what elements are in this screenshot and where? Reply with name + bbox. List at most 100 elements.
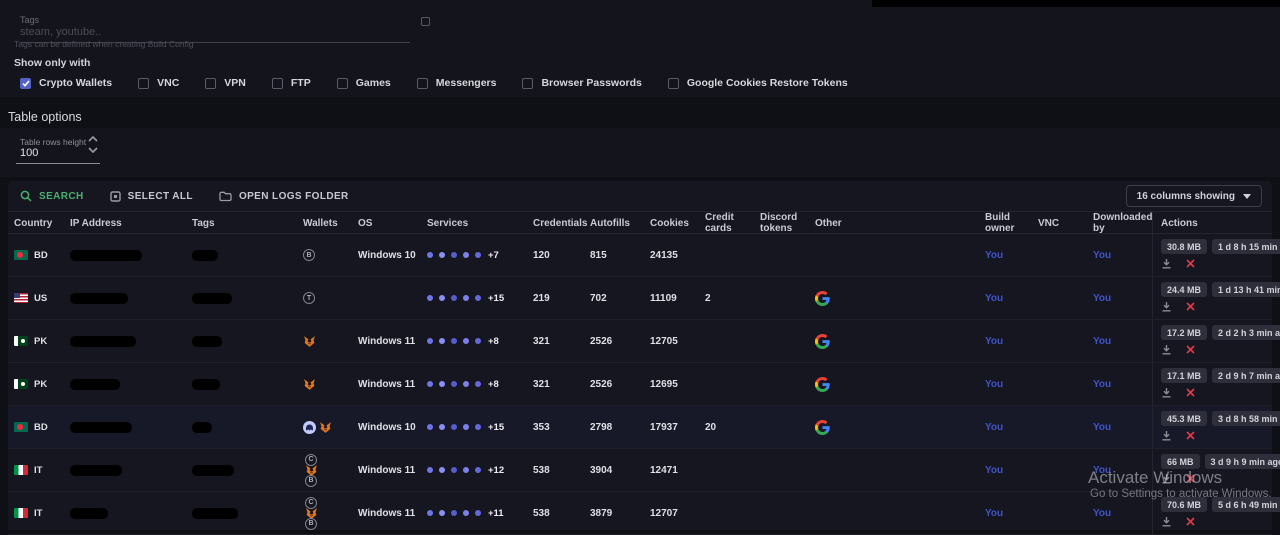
table-row[interactable]: UST+15219702111092YouYou24.4 MB1 d 13 h … — [8, 277, 1272, 320]
other-cell — [815, 377, 985, 392]
ip-redacted-bar — [70, 379, 120, 390]
build-owner-link[interactable]: You — [985, 508, 1038, 519]
checkbox-icon[interactable] — [272, 78, 283, 89]
column-header-discord-tokens[interactable]: Discord tokens — [760, 212, 815, 234]
download-icon[interactable] — [1161, 344, 1172, 355]
action-badges: 17.2 MB2 d 2 h 3 min ago — [1161, 325, 1272, 340]
downloaded-by-link[interactable]: You — [1093, 293, 1152, 304]
column-header-autofills[interactable]: Autofills — [590, 218, 650, 229]
table-row[interactable]: BDBWindows 10+712081524135YouYou30.8 MB1… — [8, 234, 1272, 277]
tags-cell — [192, 293, 303, 304]
column-header-other[interactable]: Other — [815, 218, 985, 229]
build-owner-link[interactable]: You — [985, 422, 1038, 433]
service-dot-icon — [475, 424, 481, 430]
metamask-wallet-icon — [303, 335, 316, 348]
column-header-credentials[interactable]: Credentials — [533, 218, 590, 229]
download-icon[interactable] — [1161, 387, 1172, 398]
column-header-build-owner[interactable]: Build owner — [985, 212, 1038, 234]
column-header-country[interactable]: Country — [14, 218, 70, 229]
column-header-downloaded-by[interactable]: Downloaded by — [1093, 212, 1152, 234]
stepper-down-icon[interactable] — [88, 147, 98, 153]
service-dot-icon — [451, 510, 457, 516]
column-header-vnc[interactable]: VNC — [1038, 218, 1093, 229]
country-cell: PK — [14, 379, 70, 390]
column-header-credit-cards[interactable]: Credit cards — [705, 212, 760, 234]
logs-table-panel: SEARCH SELECT ALL OPEN LOGS FOLDER 16 co… — [8, 181, 1272, 530]
build-owner-link[interactable]: You — [985, 379, 1038, 390]
table-row[interactable]: PKWindows 11+8321252612695YouYou17.1 MB2… — [8, 363, 1272, 406]
checkbox-icon[interactable] — [417, 78, 428, 89]
checkbox-icon[interactable] — [668, 78, 679, 89]
downloaded-by-link[interactable]: You — [1093, 336, 1152, 347]
checkbox-icon[interactable] — [337, 78, 348, 89]
filter-checkbox-ftp[interactable]: FTP — [272, 77, 311, 89]
download-icon[interactable] — [1161, 516, 1172, 527]
filter-checkbox-browser-passwords[interactable]: Browser Passwords — [522, 77, 641, 89]
table-row[interactable]: PKWindows 11+8321252612705YouYou17.2 MB2… — [8, 320, 1272, 363]
columns-dropdown[interactable]: 16 columns showing — [1126, 185, 1262, 207]
filter-checkbox-vnc[interactable]: VNC — [138, 77, 179, 89]
delete-icon[interactable] — [1186, 302, 1195, 311]
filter-checkbox-vpn[interactable]: VPN — [205, 77, 246, 89]
delete-icon[interactable] — [1186, 388, 1195, 397]
stepper-up-icon[interactable] — [88, 136, 98, 142]
tag-redacted-bar — [192, 508, 238, 519]
autofills-cell: 3879 — [590, 508, 650, 519]
header-checkbox[interactable] — [421, 17, 430, 26]
select-all-button[interactable]: SELECT ALL — [110, 191, 193, 202]
search-button[interactable]: SEARCH — [20, 190, 84, 202]
column-header-tags[interactable]: Tags — [192, 218, 303, 229]
build-owner-link[interactable]: You — [985, 250, 1038, 261]
build-owner-link[interactable]: You — [985, 465, 1038, 476]
time-badge: 2 d 2 h 3 min ago — [1212, 325, 1280, 340]
table-row[interactable]: ITCBWindows 11+11538387912707YouYou70.6 … — [8, 492, 1272, 535]
rows-height-value[interactable]: 100 — [20, 147, 38, 159]
services-more-count: +15 — [488, 293, 504, 304]
download-icon[interactable] — [1161, 430, 1172, 441]
action-icons — [1161, 344, 1272, 355]
ip-redacted-bar — [70, 465, 122, 476]
filter-checkbox-games[interactable]: Games — [337, 77, 391, 89]
actions-cell: 17.2 MB2 d 2 h 3 min ago — [1152, 320, 1272, 362]
downloaded-by-link[interactable]: You — [1093, 422, 1152, 433]
flag-icon-it — [14, 465, 28, 475]
filter-checkbox-crypto-wallets[interactable]: Crypto Wallets — [20, 77, 112, 89]
delete-icon[interactable] — [1186, 345, 1195, 354]
build-owner-link[interactable]: You — [985, 336, 1038, 347]
downloaded-by-link[interactable]: You — [1093, 250, 1152, 261]
column-header-cookies[interactable]: Cookies — [650, 218, 705, 229]
column-header-actions[interactable]: Actions — [1152, 212, 1272, 234]
flag-icon-pk — [14, 336, 28, 346]
service-dot-icon — [427, 510, 433, 516]
size-badge: 17.1 MB — [1161, 368, 1207, 383]
wallet-letter-icon: B — [305, 475, 317, 487]
service-dot-icon — [451, 295, 457, 301]
rows-height-stepper[interactable]: Table rows height 100 — [16, 134, 100, 164]
delete-icon[interactable] — [1186, 517, 1195, 526]
checkbox-icon[interactable] — [205, 78, 216, 89]
download-icon[interactable] — [1161, 301, 1172, 312]
column-header-wallets[interactable]: Wallets — [303, 218, 358, 229]
delete-icon[interactable] — [1186, 259, 1195, 268]
open-logs-folder-button[interactable]: OPEN LOGS FOLDER — [219, 191, 349, 202]
ip-address-cell — [70, 508, 192, 519]
table-row[interactable]: ITCBWindows 11+12538390412471YouYou66 MB… — [8, 449, 1272, 492]
downloaded-by-link[interactable]: You — [1093, 508, 1152, 519]
checkbox-icon[interactable] — [138, 78, 149, 89]
filter-checkbox-messengers[interactable]: Messengers — [417, 77, 497, 89]
select-all-icon — [110, 191, 121, 202]
checkbox-icon[interactable] — [20, 78, 31, 89]
column-header-ip-address[interactable]: IP Address — [70, 218, 192, 229]
column-header-os[interactable]: OS — [358, 218, 427, 229]
download-icon[interactable] — [1161, 258, 1172, 269]
delete-icon[interactable] — [1186, 431, 1195, 440]
folder-icon — [219, 191, 232, 202]
build-owner-link[interactable]: You — [985, 293, 1038, 304]
table-row[interactable]: BDWindows 10+1535327981793720YouYou45.3 … — [8, 406, 1272, 449]
tag-redacted-bar — [192, 293, 232, 304]
checkbox-icon[interactable] — [522, 78, 533, 89]
column-header-services[interactable]: Services — [427, 218, 533, 229]
ip-redacted-bar — [70, 422, 132, 433]
downloaded-by-link[interactable]: You — [1093, 379, 1152, 390]
filter-checkbox-google-cookies-restore-tokens[interactable]: Google Cookies Restore Tokens — [668, 77, 848, 89]
